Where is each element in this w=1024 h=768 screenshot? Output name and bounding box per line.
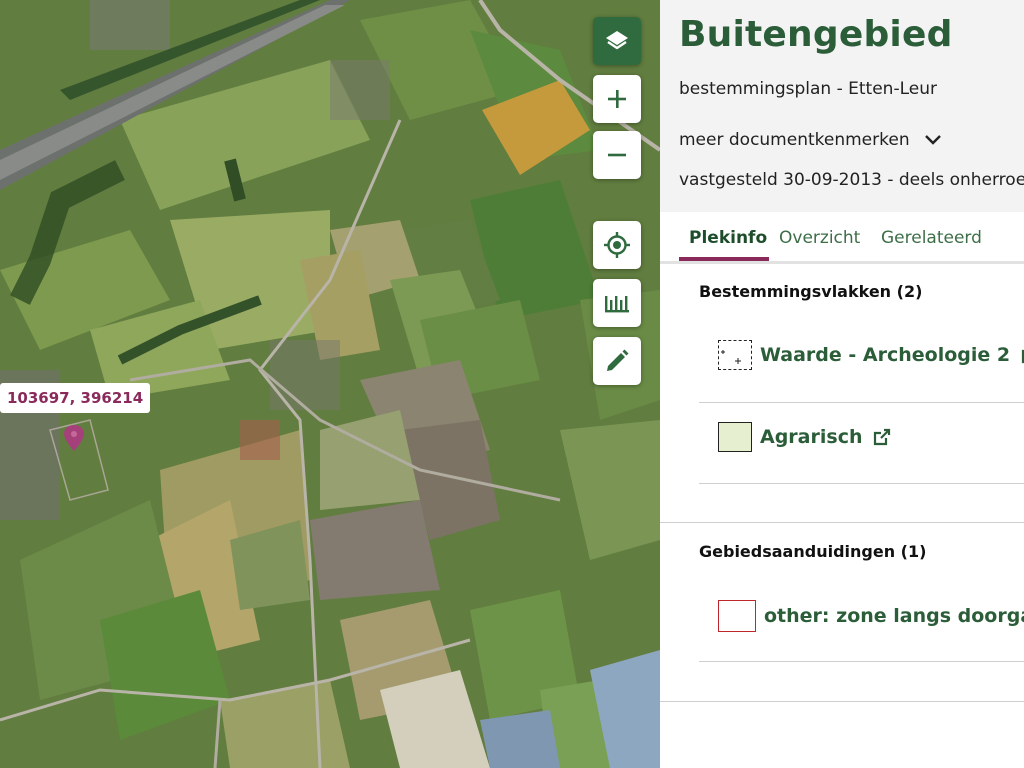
section-title-bestemmingsvlakken: Bestemmingsvlakken (2)	[699, 282, 923, 301]
zoom-out-button[interactable]	[593, 131, 641, 179]
chevron-down-icon	[924, 135, 941, 145]
layers-icon	[606, 31, 628, 50]
crosshair-icon	[604, 232, 630, 258]
plan-header: Buitengebied bestemmingsplan - Etten-Leu…	[660, 0, 1024, 212]
minus-icon	[608, 153, 626, 157]
tab-gerelateerd[interactable]: Gerelateerd	[881, 228, 982, 248]
plus-icon	[608, 90, 626, 108]
item-label[interactable]: other: zone langs doorgaande weg	[764, 605, 1024, 627]
locate-button[interactable]	[593, 221, 641, 269]
map-view[interactable]: 103697, 396214	[0, 0, 660, 768]
more-properties-label: meer documentkenmerken	[679, 130, 910, 150]
app-root: 103697, 396214 Buitengebied bestemmingsp…	[0, 0, 1024, 768]
measure-button[interactable]	[593, 279, 641, 327]
ruler-icon	[605, 296, 629, 313]
legend-swatch-agrarisch-icon	[718, 422, 752, 452]
item-label[interactable]: Waarde - Archeologie 2	[760, 344, 1010, 366]
list-item-zone-doorgaande-weg[interactable]: other: zone langs doorgaande weg	[718, 600, 1024, 632]
external-link-icon[interactable]	[1020, 345, 1024, 365]
external-link-icon[interactable]	[872, 427, 892, 447]
divider	[699, 661, 1024, 662]
tab-plekinfo[interactable]: Plekinfo	[689, 228, 767, 248]
list-item-agrarisch[interactable]: Agrarisch	[718, 422, 892, 452]
draw-button[interactable]	[593, 337, 641, 385]
item-label[interactable]: Agrarisch	[760, 426, 862, 448]
list-item-waarde-archeologie[interactable]: Waarde - Archeologie 2	[718, 340, 1024, 370]
layers-button[interactable]	[593, 17, 641, 65]
legend-swatch-zone-icon	[718, 600, 756, 632]
more-properties-toggle[interactable]: meer documentkenmerken	[679, 130, 942, 150]
plan-subtitle: bestemmingsplan - Etten-Leur	[679, 79, 937, 99]
legend-swatch-hatched-icon	[718, 340, 752, 370]
info-panel: Buitengebied bestemmingsplan - Etten-Leu…	[660, 0, 1024, 768]
active-tab-indicator	[679, 257, 769, 261]
tab-overzicht[interactable]: Overzicht	[779, 228, 860, 248]
plan-status: vastgesteld 30-09-2013 - deels onherroep…	[679, 170, 1024, 190]
coordinates-label: 103697, 396214	[0, 383, 151, 413]
location-pin-icon	[64, 425, 84, 451]
zoom-in-button[interactable]	[593, 75, 641, 123]
pencil-icon	[607, 349, 629, 371]
divider	[699, 402, 1024, 403]
divider	[699, 483, 1024, 484]
section-divider	[660, 701, 1024, 702]
plan-title: Buitengebied	[679, 14, 953, 55]
section-title-gebiedsaanduidingen: Gebiedsaanduidingen (1)	[699, 542, 927, 561]
section-divider	[660, 522, 1024, 523]
tab-bar: Plekinfo Overzicht Gerelateerd	[660, 212, 1024, 264]
